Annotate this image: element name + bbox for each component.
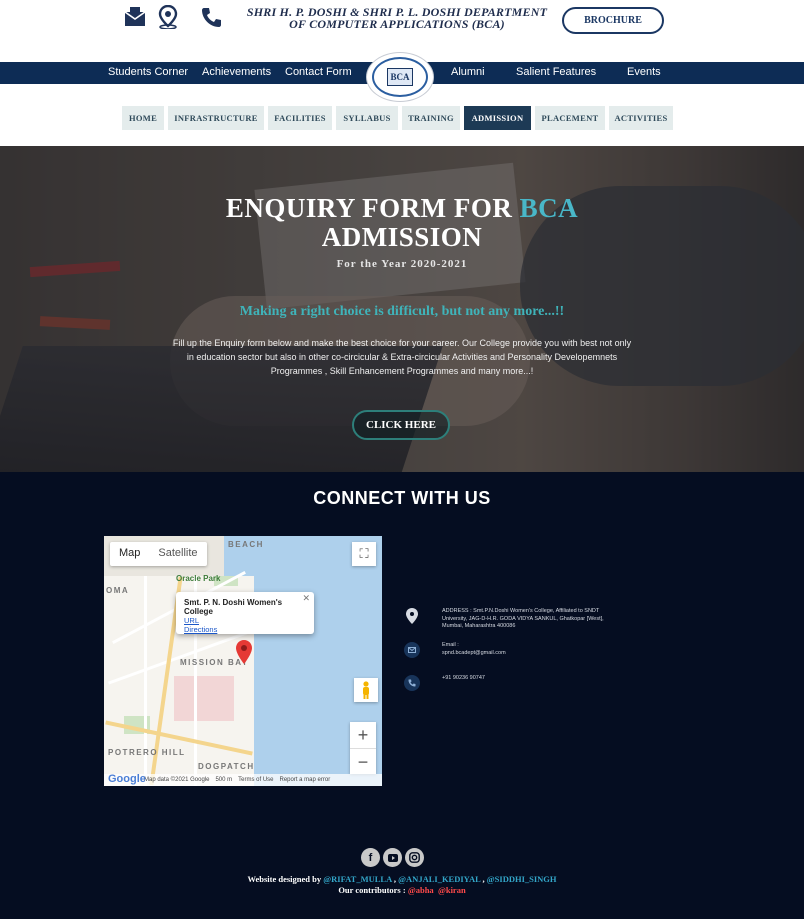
click-here-button[interactable]: CLICK HERE bbox=[352, 410, 450, 440]
map-data-credit: Map data ©2021 Google bbox=[144, 777, 210, 783]
designer-link[interactable]: @SIDDHI_SINGH bbox=[487, 874, 557, 884]
menu-syllabus[interactable]: SYLLABUS bbox=[336, 106, 398, 130]
contributor-link[interactable]: @kiran bbox=[438, 885, 466, 895]
map-report-link[interactable]: Report a map error bbox=[280, 777, 331, 783]
menu-infrastructure[interactable]: INFRASTRUCTURE bbox=[168, 106, 264, 130]
map-label: DOGPATCH bbox=[198, 762, 255, 771]
zoom-in-icon[interactable]: + bbox=[350, 722, 376, 748]
hero-banner: ENQUIRY FORM FOR BCA ADMISSION For the Y… bbox=[0, 146, 804, 472]
location-icon[interactable] bbox=[158, 5, 178, 29]
map-label: OMA bbox=[106, 586, 130, 595]
email-label: Email : bbox=[442, 642, 459, 648]
map-place-name: Smt. P. N. Doshi Women's College bbox=[184, 598, 283, 616]
google-map[interactable]: BEACH OMA Oracle Park MISSION BAY POTRER… bbox=[104, 536, 382, 786]
hero-title-part1: ENQUIRY FORM FOR bbox=[225, 193, 520, 223]
phone-icon[interactable] bbox=[200, 6, 224, 28]
connect-title: CONNECT WITH US bbox=[313, 488, 491, 508]
department-title: SHRI H. P. DOSHI & SHRI P. L. DOSHI DEPA… bbox=[236, 6, 558, 30]
map-pin-icon[interactable] bbox=[236, 640, 252, 669]
nav-salient-features[interactable]: Salient Features bbox=[516, 66, 596, 78]
contact-address: ADDRESS : Smt.P.N.Doshi Women's College,… bbox=[404, 608, 622, 631]
menu-facilities[interactable]: FACILITIES bbox=[268, 106, 332, 130]
map-terms-link[interactable]: Terms of Use bbox=[238, 777, 273, 783]
map-scale: 500 m bbox=[215, 777, 233, 783]
footer-credits: Website designed by @RIFAT_MULLA , @ANJA… bbox=[0, 874, 804, 896]
nav-contact-form[interactable]: Contact Form bbox=[285, 66, 352, 78]
menu-placement[interactable]: PLACEMENT bbox=[535, 106, 605, 130]
contributors-label: Our contributors : bbox=[338, 885, 408, 895]
phone-icon bbox=[404, 675, 420, 691]
designer-link[interactable]: @ANJALI_KEDIYAL bbox=[398, 874, 480, 884]
contact-email: Email : spnd.bcadept@gmail.com bbox=[404, 642, 622, 658]
map-directions-link[interactable]: Directions bbox=[184, 625, 306, 634]
email-address[interactable]: spnd.bcadept@gmail.com bbox=[442, 650, 622, 658]
map-label: BEACH bbox=[228, 540, 264, 549]
contributor-link[interactable]: @abha bbox=[408, 885, 434, 895]
google-logo: Google bbox=[108, 773, 146, 785]
email-icon bbox=[404, 642, 420, 658]
department-line-2: OF COMPUTER APPLICATIONS (BCA) bbox=[289, 17, 505, 31]
zoom-control: + − bbox=[350, 722, 376, 774]
nav-achievements[interactable]: Achievements bbox=[202, 66, 271, 78]
map-tab[interactable]: Map bbox=[110, 542, 149, 566]
location-pin-icon bbox=[404, 608, 420, 624]
close-icon[interactable]: ✕ bbox=[302, 593, 310, 604]
menu-activities[interactable]: ACTIVITIES bbox=[609, 106, 673, 130]
nav-alumni[interactable]: Alumni bbox=[451, 66, 485, 78]
hero-description: Fill up the Enquiry form below and make … bbox=[172, 338, 632, 376]
hero-title: ENQUIRY FORM FOR BCA ADMISSION bbox=[0, 194, 804, 252]
map-area bbox=[174, 676, 234, 721]
logo-ring: BCA bbox=[372, 57, 428, 97]
menu-home[interactable]: HOME bbox=[122, 106, 164, 130]
map-url-link[interactable]: URL bbox=[184, 616, 306, 625]
connect-section: CONNECT WITH US BEACH OMA Oracle Park MI… bbox=[0, 472, 804, 919]
menu-training[interactable]: TRAINING bbox=[402, 106, 460, 130]
designed-by-label: Website designed by bbox=[247, 874, 324, 884]
nav-events[interactable]: Events bbox=[627, 66, 661, 78]
menu-admission[interactable]: ADMISSION bbox=[464, 106, 531, 130]
designer-link[interactable]: @RIFAT_MULLA bbox=[323, 874, 392, 884]
facebook-icon[interactable]: f bbox=[361, 848, 380, 867]
satellite-tab[interactable]: Satellite bbox=[149, 542, 206, 566]
hero-title-part2: ADMISSION bbox=[321, 222, 483, 252]
contact-icons bbox=[124, 5, 224, 29]
youtube-icon[interactable] bbox=[383, 848, 402, 867]
map-label: POTRERO HILL bbox=[108, 748, 186, 757]
map-info-window: Smt. P. N. Doshi Women's College URL Dir… bbox=[176, 592, 314, 634]
map-poi-label: Oracle Park bbox=[176, 574, 221, 583]
hero-year: For the Year 2020-2021 bbox=[336, 258, 468, 270]
secondary-menu: HOME INFRASTRUCTURE FACILITIES SYLLABUS … bbox=[0, 106, 804, 130]
address-text: ADDRESS : Smt.P.N.Doshi Women's College,… bbox=[442, 608, 604, 629]
college-logo[interactable]: BCA bbox=[366, 52, 434, 102]
logo-text: BCA bbox=[387, 68, 413, 86]
designed-by-line: Website designed by @RIFAT_MULLA , @ANJA… bbox=[247, 874, 557, 884]
pegman-icon[interactable] bbox=[354, 678, 378, 702]
hero-tagline: Making a right choice is difficult, but … bbox=[239, 304, 565, 319]
contact-phone: +91 90236 90747 bbox=[404, 675, 622, 691]
phone-number[interactable]: +91 90236 90747 bbox=[442, 675, 622, 683]
hero-title-highlight: BCA bbox=[519, 193, 579, 223]
zoom-out-icon[interactable]: − bbox=[350, 749, 376, 775]
social-links: f bbox=[361, 848, 424, 867]
map-type-control: Map Satellite bbox=[110, 542, 207, 566]
instagram-icon[interactable] bbox=[405, 848, 424, 867]
mail-icon[interactable] bbox=[124, 7, 148, 27]
fullscreen-icon[interactable]: ⛶ bbox=[352, 542, 376, 566]
email-block: Email : spnd.bcadept@gmail.com bbox=[442, 642, 622, 657]
brochure-button[interactable]: BROCHURE bbox=[562, 7, 664, 34]
nav-students-corner[interactable]: Students Corner bbox=[108, 66, 188, 78]
contributors-line: Our contributors : @abha @kiran bbox=[0, 885, 804, 896]
